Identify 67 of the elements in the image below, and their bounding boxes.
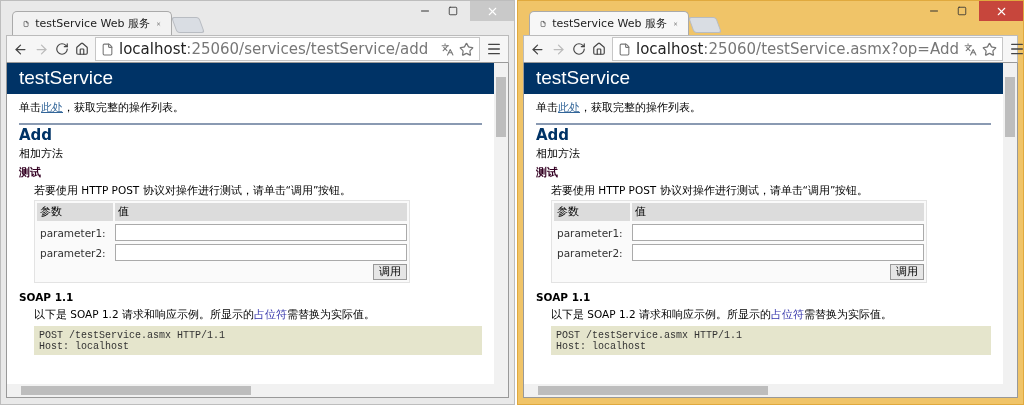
browser-tab[interactable]: testService Web 服务 bbox=[12, 11, 172, 35]
reload-icon[interactable] bbox=[55, 42, 69, 56]
description-text: 以下是 SOAP 1.2 请求和响应示例。所显示的占位符需替换为实际值。 bbox=[551, 308, 893, 322]
intro-text: 单击此处，获取完整的操作列表。 bbox=[19, 101, 185, 115]
page-banner: testService bbox=[524, 63, 1003, 94]
link[interactable]: 此处 bbox=[41, 101, 63, 113]
intro-text: 单击此处，获取完整的操作列表。 bbox=[536, 101, 702, 115]
address-bar[interactable]: localhost:25060/services/testService/add bbox=[95, 37, 480, 61]
section-heading: 测试 bbox=[536, 166, 559, 180]
parameter-label: parameter1: bbox=[39, 226, 107, 239]
column-header: 参数 bbox=[554, 203, 630, 221]
operation-title: Add bbox=[536, 126, 571, 144]
menu-icon[interactable] bbox=[486, 41, 502, 57]
parameter-label: parameter2: bbox=[39, 246, 107, 259]
invoke-button[interactable]: 调用 bbox=[373, 264, 407, 280]
menu-icon[interactable] bbox=[1008, 41, 1024, 57]
horizontal-scrollbar[interactable] bbox=[524, 384, 1017, 397]
invoke-button[interactable]: 调用 bbox=[890, 264, 924, 280]
browser-tab[interactable]: testService Web 服务 bbox=[529, 11, 689, 35]
column-header: 参数 bbox=[37, 203, 113, 221]
link[interactable]: 此处 bbox=[558, 101, 580, 113]
back-icon[interactable] bbox=[13, 41, 28, 57]
page-icon bbox=[101, 42, 114, 56]
forward-icon[interactable] bbox=[34, 41, 49, 57]
link[interactable]: 占位符 bbox=[254, 308, 287, 320]
section-heading: SOAP 1.1 bbox=[536, 291, 592, 303]
new-tab-button[interactable] bbox=[171, 17, 205, 33]
text-input[interactable] bbox=[115, 244, 407, 261]
parameter-label: parameter1: bbox=[556, 226, 624, 239]
forward-icon[interactable] bbox=[551, 41, 566, 57]
operation-title: Add bbox=[19, 126, 54, 144]
operation-description: 相加方法 bbox=[19, 147, 64, 161]
address-bar[interactable]: localhost:25060/testService.asmx?op=Add bbox=[612, 37, 1003, 61]
star-icon[interactable] bbox=[981, 41, 997, 57]
code-line: POST /testService.asmx HTTP/1.1 bbox=[556, 330, 744, 341]
code-line: Host: localhost bbox=[556, 341, 647, 352]
home-icon[interactable] bbox=[75, 42, 89, 56]
section-heading: SOAP 1.1 bbox=[19, 291, 75, 303]
close-button[interactable] bbox=[979, 1, 1023, 21]
translate-icon[interactable] bbox=[963, 42, 977, 56]
column-header: 值 bbox=[632, 203, 924, 221]
text-input[interactable] bbox=[632, 224, 924, 241]
text-input[interactable] bbox=[115, 224, 407, 241]
star-icon[interactable] bbox=[459, 41, 474, 57]
text-input[interactable] bbox=[632, 244, 924, 261]
link[interactable]: 占位符 bbox=[771, 308, 804, 320]
vertical-scrollbar[interactable] bbox=[1003, 63, 1017, 384]
new-tab-button[interactable] bbox=[688, 17, 722, 33]
maximize-icon bbox=[957, 6, 967, 16]
vertical-scrollbar[interactable] bbox=[494, 63, 508, 384]
page-icon bbox=[618, 42, 631, 56]
horizontal-scrollbar[interactable] bbox=[7, 384, 508, 397]
column-header: 值 bbox=[115, 203, 407, 221]
code-line: Host: localhost bbox=[39, 341, 130, 352]
home-icon[interactable] bbox=[592, 42, 606, 56]
operation-description: 相加方法 bbox=[536, 147, 581, 161]
back-icon[interactable] bbox=[530, 41, 545, 57]
translate-icon[interactable] bbox=[441, 42, 454, 56]
page-banner: testService bbox=[7, 63, 494, 94]
description-text: 以下是 SOAP 1.2 请求和响应示例。所显示的占位符需替换为实际值。 bbox=[34, 308, 376, 322]
maximize-icon bbox=[448, 6, 458, 16]
parameter-label: parameter2: bbox=[556, 246, 624, 259]
reload-icon[interactable] bbox=[572, 42, 586, 56]
instruction-text: 若要使用 HTTP POST 协议对操作进行测试，请单击“调用”按钮。 bbox=[551, 184, 870, 198]
code-line: POST /testService.asmx HTTP/1.1 bbox=[39, 330, 227, 341]
section-heading: 测试 bbox=[19, 166, 42, 180]
instruction-text: 若要使用 HTTP POST 协议对操作进行测试，请单击“调用”按钮。 bbox=[34, 184, 353, 198]
